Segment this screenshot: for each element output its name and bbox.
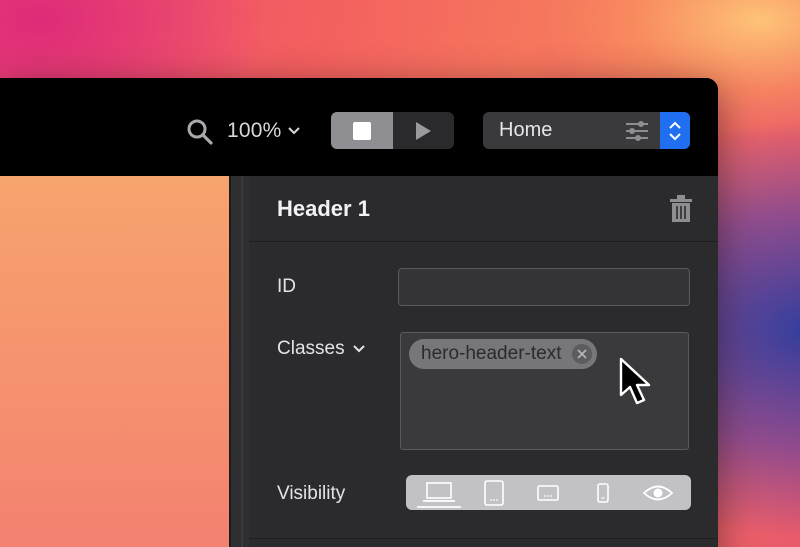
visibility-toggle-group	[406, 475, 691, 510]
panel-splitter[interactable]	[229, 176, 249, 547]
stop-button[interactable]	[331, 112, 393, 149]
sliders-icon[interactable]	[624, 120, 650, 142]
tablet-landscape-icon	[537, 484, 560, 501]
tablet-icon	[484, 479, 504, 506]
panel-header: Header 1	[249, 176, 718, 242]
visibility-preview-button[interactable]	[636, 478, 680, 508]
class-chip-label: hero-header-text	[421, 343, 562, 364]
desktop-icon	[423, 481, 456, 502]
mode-toggle	[331, 112, 454, 149]
id-input[interactable]	[398, 268, 690, 306]
properties-panel: Header 1 ID Classes hero-header-text Vis…	[249, 176, 718, 547]
phone-icon	[597, 482, 609, 503]
visibility-desktop-button[interactable]	[417, 478, 462, 508]
visibility-tablet-button[interactable]	[472, 478, 516, 508]
page-stepper[interactable]	[660, 112, 690, 149]
visibility-tablet-landscape-button[interactable]	[526, 478, 570, 508]
trash-icon[interactable]	[669, 195, 693, 223]
page-select[interactable]: Home	[483, 112, 690, 149]
panel-title: Header 1	[277, 196, 370, 221]
design-canvas[interactable]	[0, 176, 229, 547]
classes-dropdown[interactable]: Classes	[277, 338, 365, 360]
chevron-down-icon	[352, 345, 365, 353]
app-window: 100% Home Header 1 ID Classes hero-heade…	[0, 78, 718, 547]
classes-input[interactable]: hero-header-text	[400, 332, 689, 450]
classes-label: Classes	[277, 338, 345, 359]
class-chip-remove-button[interactable]	[572, 344, 593, 364]
page-select-value: Home	[499, 119, 553, 141]
close-icon	[577, 349, 588, 359]
class-chip[interactable]: hero-header-text	[409, 339, 598, 369]
zoom-label: 100%	[227, 119, 282, 142]
stepper-icon	[669, 121, 681, 140]
zoom-dropdown[interactable]: 100%	[227, 119, 300, 143]
visibility-phone-button[interactable]	[581, 478, 625, 508]
panel-divider	[249, 538, 718, 539]
chevron-down-icon	[287, 127, 300, 135]
play-icon	[415, 121, 431, 140]
visibility-label: Visibility	[277, 483, 346, 504]
toolbar: 100% Home	[0, 78, 718, 176]
search-icon[interactable]	[186, 118, 214, 146]
stop-icon	[352, 121, 371, 140]
eye-icon	[642, 485, 673, 500]
play-button[interactable]	[393, 112, 455, 149]
id-label: ID	[277, 276, 296, 297]
